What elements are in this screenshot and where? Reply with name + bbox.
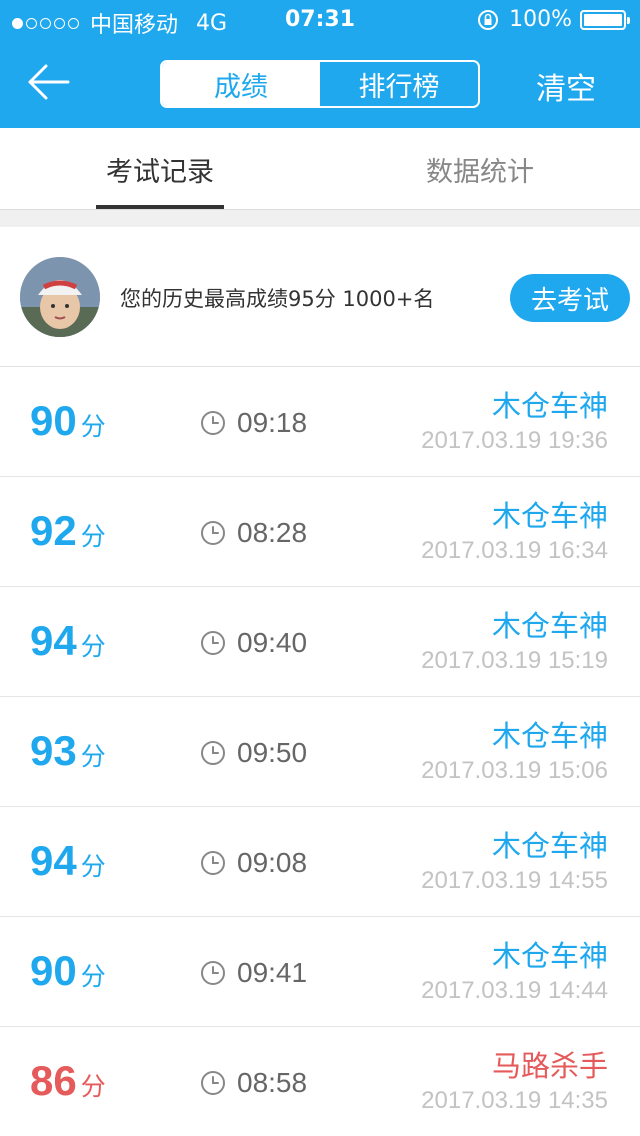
take-exam-button[interactable]: 去考试 xyxy=(510,274,630,322)
best-score-text: 您的历史最高成绩95分 1000+名 xyxy=(120,287,435,311)
score: 93 分 xyxy=(30,727,106,775)
clock-icon xyxy=(201,961,225,985)
score: 94 分 xyxy=(30,837,106,885)
baby-photo-icon xyxy=(20,257,100,337)
exam-datetime: 2017.03.19 14:44 xyxy=(421,977,608,1004)
rank-title: 马路杀手 xyxy=(491,1049,608,1083)
clock-icon xyxy=(201,631,225,655)
rank-title: 木仓车神 xyxy=(491,939,608,973)
score: 90 分 xyxy=(30,947,106,995)
duration-value: 09:18 xyxy=(237,407,308,438)
duration-value: 08:58 xyxy=(237,1067,308,1098)
score-unit: 分 xyxy=(80,962,106,991)
duration-value: 09:41 xyxy=(237,957,308,988)
record-row[interactable]: 86 分 08:58 马路杀手 2017.03.19 14:35 xyxy=(0,1027,640,1136)
score: 92 分 xyxy=(30,507,106,555)
clock-icon xyxy=(201,741,225,765)
clock-icon xyxy=(201,411,225,435)
status-bar: 中国移动 4G 07:31 100% xyxy=(0,0,640,40)
section-divider xyxy=(0,210,640,227)
exam-record-list: 90 分 09:18 木仓车神 2017.03.19 19:36 92 分 08… xyxy=(0,367,640,1136)
score: 90 分 xyxy=(30,397,106,445)
duration-value: 09:40 xyxy=(237,627,308,658)
tab-bar: 考试记录 数据统计 xyxy=(0,128,640,210)
score-value: 90 xyxy=(30,397,77,444)
record-row[interactable]: 93 分 09:50 木仓车神 2017.03.19 15:06 xyxy=(0,697,640,807)
segment-leaderboard[interactable]: 排行榜 xyxy=(320,62,478,106)
status-right: 100% xyxy=(477,7,630,32)
record-row[interactable]: 94 分 09:40 木仓车神 2017.03.19 15:19 xyxy=(0,587,640,697)
duration: 09:18 xyxy=(200,407,307,439)
score-value: 94 xyxy=(30,837,77,884)
score-unit: 分 xyxy=(80,522,106,551)
rank-title: 木仓车神 xyxy=(491,829,608,863)
score-value: 86 xyxy=(30,1057,77,1104)
score-unit: 分 xyxy=(80,742,106,771)
record-row[interactable]: 94 分 09:08 木仓车神 2017.03.19 14:55 xyxy=(0,807,640,917)
exam-datetime: 2017.03.19 15:19 xyxy=(421,647,608,674)
duration-value: 09:08 xyxy=(237,847,308,878)
score-unit: 分 xyxy=(80,1072,106,1101)
duration: 09:08 xyxy=(200,847,307,879)
battery-icon xyxy=(580,9,630,30)
score-value: 94 xyxy=(30,617,77,664)
tab-statistics[interactable]: 数据统计 xyxy=(400,128,560,210)
score-unit: 分 xyxy=(80,852,106,881)
duration-value: 09:50 xyxy=(237,737,308,768)
score-unit: 分 xyxy=(80,412,106,441)
score-value: 93 xyxy=(30,727,77,774)
arrow-left-icon[interactable] xyxy=(26,62,72,102)
clock-icon xyxy=(201,851,225,875)
exam-datetime: 2017.03.19 15:06 xyxy=(421,757,608,784)
rotation-lock-icon xyxy=(478,9,499,30)
exam-datetime: 2017.03.19 14:35 xyxy=(421,1087,608,1114)
duration: 08:28 xyxy=(200,517,307,549)
score-unit: 分 xyxy=(80,632,106,661)
segmented-control: 成绩 排行榜 xyxy=(160,60,480,108)
exam-datetime: 2017.03.19 19:36 xyxy=(421,427,608,454)
battery-percent: 100% xyxy=(509,7,572,32)
duration: 09:40 xyxy=(200,627,307,659)
clock-icon xyxy=(201,521,225,545)
avatar[interactable] xyxy=(20,257,100,337)
score: 86 分 xyxy=(30,1057,106,1105)
duration: 08:58 xyxy=(200,1067,307,1099)
segment-scores[interactable]: 成绩 xyxy=(162,62,320,106)
score-value: 92 xyxy=(30,507,77,554)
duration: 09:50 xyxy=(200,737,307,769)
rank-title: 木仓车神 xyxy=(491,499,608,533)
record-row[interactable]: 90 分 09:18 木仓车神 2017.03.19 19:36 xyxy=(0,367,640,477)
score: 94 分 xyxy=(30,617,106,665)
duration: 09:41 xyxy=(200,957,307,989)
rank-title: 木仓车神 xyxy=(491,609,608,643)
tab-exam-records[interactable]: 考试记录 xyxy=(96,128,224,210)
exam-datetime: 2017.03.19 16:34 xyxy=(421,537,608,564)
rank-title: 木仓车神 xyxy=(491,719,608,753)
exam-datetime: 2017.03.19 14:55 xyxy=(421,867,608,894)
record-row[interactable]: 92 分 08:28 木仓车神 2017.03.19 16:34 xyxy=(0,477,640,587)
clock-icon xyxy=(201,1071,225,1095)
duration-value: 08:28 xyxy=(237,517,308,548)
clear-button[interactable]: 清空 xyxy=(536,64,596,108)
profile-summary: 您的历史最高成绩95分 1000+名 去考试 xyxy=(0,227,640,367)
rank-title: 木仓车神 xyxy=(491,389,608,423)
top-bar: 中国移动 4G 07:31 100% 成绩 排行榜 清空 xyxy=(0,0,640,128)
score-value: 90 xyxy=(30,947,77,994)
tab-active-indicator xyxy=(96,205,224,209)
record-row[interactable]: 90 分 09:41 木仓车神 2017.03.19 14:44 xyxy=(0,917,640,1027)
